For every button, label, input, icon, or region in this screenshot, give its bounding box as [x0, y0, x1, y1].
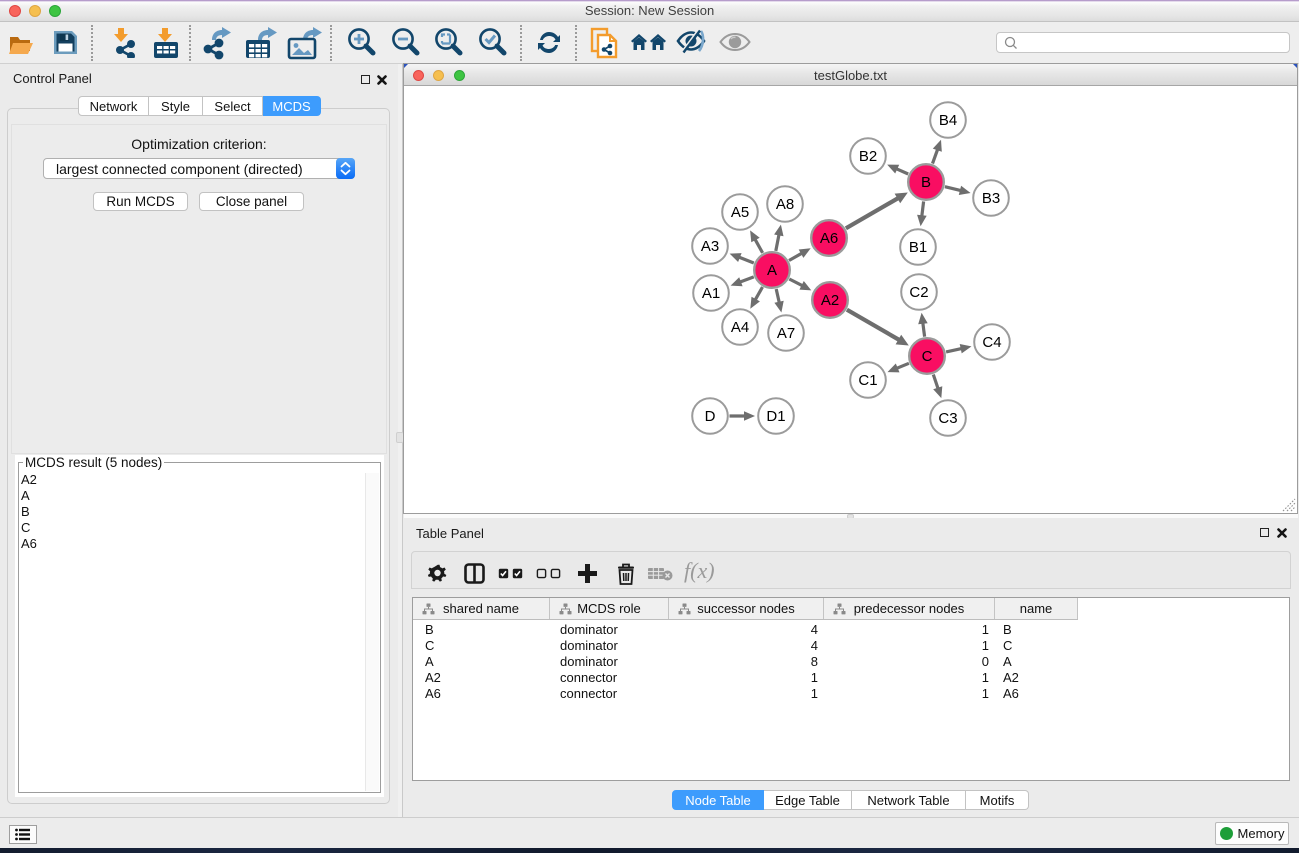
svg-text:D: D [705, 408, 716, 425]
svg-text:A: A [767, 262, 777, 279]
svg-text:A4: A4 [731, 319, 749, 336]
svg-text:B: B [921, 174, 931, 191]
svg-text:A5: A5 [731, 204, 749, 221]
svg-text:A3: A3 [701, 238, 719, 255]
svg-text:B2: B2 [859, 148, 877, 165]
svg-text:C1: C1 [858, 372, 877, 389]
svg-text:C: C [922, 348, 933, 365]
svg-text:A1: A1 [702, 285, 720, 302]
svg-text:B3: B3 [982, 190, 1000, 207]
svg-text:B1: B1 [909, 239, 927, 256]
svg-text:C3: C3 [938, 410, 957, 427]
svg-text:A7: A7 [777, 325, 795, 342]
svg-text:A2: A2 [821, 292, 839, 309]
svg-text:A6: A6 [820, 230, 838, 247]
svg-text:B4: B4 [939, 112, 957, 129]
svg-text:A8: A8 [776, 196, 794, 213]
svg-text:C2: C2 [909, 284, 928, 301]
svg-text:C4: C4 [982, 334, 1001, 351]
svg-text:D1: D1 [766, 408, 785, 425]
